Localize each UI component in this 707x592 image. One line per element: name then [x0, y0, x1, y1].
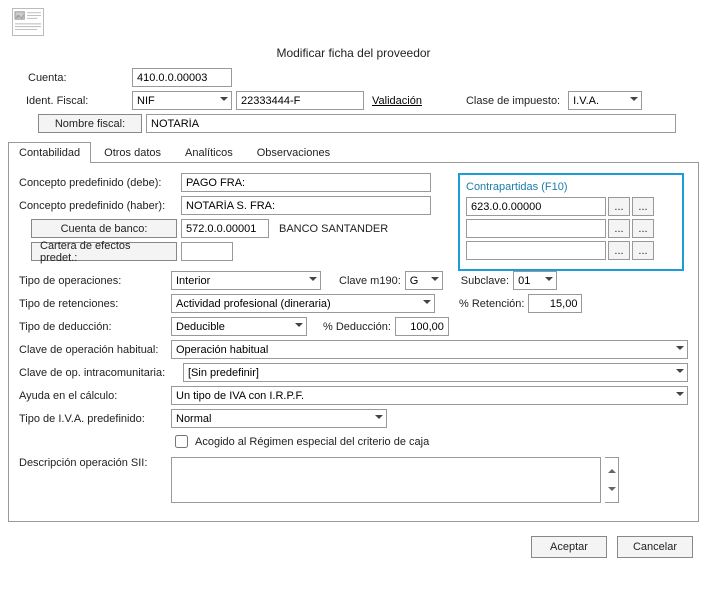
tipo-deduccion-combo[interactable]	[171, 317, 307, 336]
pct-deduccion-input[interactable]	[395, 317, 449, 336]
cuenta-banco-input[interactable]	[181, 219, 269, 238]
descr-sii-textarea[interactable]	[171, 457, 601, 503]
criterio-caja-checkbox[interactable]	[175, 435, 188, 448]
tipo-operaciones-combo[interactable]	[171, 271, 321, 290]
ayuda-calculo-combo[interactable]	[171, 386, 688, 405]
clave-m190-combo[interactable]	[405, 271, 443, 290]
clase-impuesto-label: Clase de impuesto:	[466, 95, 560, 107]
concepto-haber-input[interactable]	[181, 196, 431, 215]
ident-valor-input[interactable]	[236, 91, 364, 110]
tipo-iva-combo[interactable]	[171, 409, 387, 428]
aceptar-button[interactable]: Aceptar	[531, 536, 607, 558]
descr-sii-label: Descripción operación SII:	[19, 457, 167, 469]
spinner-up-icon[interactable]	[605, 458, 618, 480]
tab-bar: Contabilidad Otros datos Analíticos Obse…	[8, 141, 699, 163]
tipo-operaciones-label: Tipo de operaciones:	[19, 275, 167, 287]
contrapartida-1-lookup-2[interactable]: ...	[632, 197, 654, 216]
contrapartidas-box: Contrapartidas (F10) ... ... ... ... ...…	[458, 173, 684, 271]
cuenta-banco-nombre: BANCO SANTANDER	[279, 223, 388, 235]
subclave-combo[interactable]	[513, 271, 557, 290]
tipo-iva-label: Tipo de I.V.A. predefinido:	[19, 413, 167, 425]
contrapartida-3-lookup[interactable]: ...	[608, 241, 630, 260]
cuenta-value[interactable]	[132, 68, 232, 87]
tab-analiticos[interactable]: Analíticos	[174, 142, 244, 163]
nombre-fiscal-button[interactable]: Nombre fiscal:	[38, 114, 142, 133]
concepto-haber-label: Concepto predefinido (haber):	[19, 200, 177, 212]
ident-tipo-combo[interactable]	[132, 91, 232, 110]
contrapartidas-title: Contrapartidas (F10)	[466, 181, 676, 193]
tab-panel-contabilidad: Concepto predefinido (debe): Concepto pr…	[8, 163, 699, 522]
cuenta-label: Cuenta:	[8, 72, 128, 84]
pct-deduccion-label: % Deducción:	[323, 321, 391, 333]
nombre-fiscal-input[interactable]	[146, 114, 676, 133]
concepto-debe-input[interactable]	[181, 173, 431, 192]
criterio-caja-label: Acogido al Régimen especial del criterio…	[195, 436, 429, 448]
tipo-deduccion-label: Tipo de deducción:	[19, 321, 167, 333]
spinner-down-icon[interactable]	[605, 480, 618, 502]
contrapartida-3[interactable]	[466, 241, 606, 260]
clave-m190-label: Clave m190:	[339, 275, 401, 287]
window-title: Modificar ficha del proveedor	[8, 46, 699, 60]
clase-impuesto-combo[interactable]	[568, 91, 642, 110]
tab-observaciones[interactable]: Observaciones	[246, 142, 341, 163]
clave-op-habitual-label: Clave de operación habitual:	[19, 344, 167, 356]
ident-fiscal-label: Ident. Fiscal:	[8, 95, 128, 107]
descr-sii-spinner[interactable]	[605, 457, 619, 503]
ayuda-calculo-label: Ayuda en el cálculo:	[19, 390, 167, 402]
concepto-debe-label: Concepto predefinido (debe):	[19, 177, 177, 189]
cuenta-banco-button[interactable]: Cuenta de banco:	[31, 219, 177, 238]
cartera-efectos-input[interactable]	[181, 242, 233, 261]
pct-retencion-input[interactable]	[528, 294, 582, 313]
contrapartida-3-lookup-2[interactable]: ...	[632, 241, 654, 260]
clave-op-intra-combo[interactable]	[183, 363, 688, 382]
contrapartida-1[interactable]	[466, 197, 606, 216]
criterio-caja-checkbox-wrap[interactable]: Acogido al Régimen especial del criterio…	[171, 432, 429, 451]
contrapartida-2-lookup[interactable]: ...	[608, 219, 630, 238]
contrapartida-1-lookup[interactable]: ...	[608, 197, 630, 216]
contrapartida-2[interactable]	[466, 219, 606, 238]
clave-op-intra-label: Clave de op. intracomunitaria:	[19, 367, 179, 379]
tipo-retenciones-combo[interactable]	[171, 294, 435, 313]
subclave-label: Subclave:	[461, 275, 509, 287]
cartera-efectos-button[interactable]: Cartera de efectos predet.:	[31, 242, 177, 261]
validacion-link[interactable]: Validación	[372, 95, 422, 107]
tab-otros-datos[interactable]: Otros datos	[93, 142, 172, 163]
clave-op-habitual-combo[interactable]	[171, 340, 688, 359]
cancelar-button[interactable]: Cancelar	[617, 536, 693, 558]
pct-retencion-label: % Retención:	[459, 298, 524, 310]
contrapartida-2-lookup-2[interactable]: ...	[632, 219, 654, 238]
supplier-icon	[12, 8, 44, 36]
tipo-retenciones-label: Tipo de retenciones:	[19, 298, 167, 310]
tab-contabilidad[interactable]: Contabilidad	[8, 142, 91, 163]
